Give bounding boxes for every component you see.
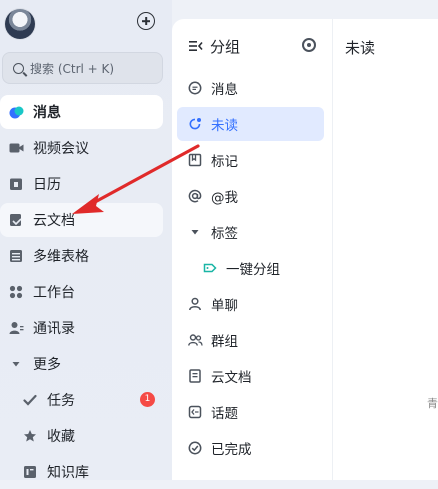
contacts-icon bbox=[9, 321, 24, 335]
sidebar-item-label: 工作台 bbox=[33, 285, 75, 301]
sidebar-item-bitable[interactable]: 多维表格 bbox=[0, 239, 163, 273]
chat-bubble-icon bbox=[9, 105, 24, 119]
group-item-label: 群组 bbox=[211, 334, 238, 350]
caret-down-icon bbox=[188, 225, 202, 239]
sidebar-item-label: 消息 bbox=[33, 105, 61, 121]
search-icon bbox=[13, 62, 24, 74]
sidebar-item-label: 收藏 bbox=[47, 429, 75, 445]
sidebar-item-label: 任务 bbox=[47, 393, 75, 409]
group-item-marked[interactable]: 标记 bbox=[177, 143, 324, 177]
group-item-one-click-group[interactable]: 一键分组 bbox=[177, 251, 324, 285]
chat-icon bbox=[188, 81, 202, 95]
left-sidebar: 搜索 (Ctrl + K) 消息 视频会议 日历 云文档 多维表格 工作台 通讯… bbox=[0, 0, 172, 481]
sidebar-item-tasks[interactable]: 任务 1 bbox=[0, 383, 163, 417]
group-item-topics[interactable]: 话题 bbox=[177, 395, 324, 429]
avatar[interactable] bbox=[5, 9, 35, 39]
sidebar-item-workplace[interactable]: 工作台 bbox=[0, 275, 163, 309]
group-panel-title: 分组 bbox=[210, 37, 241, 56]
video-camera-icon bbox=[9, 141, 24, 155]
unread-count-badge: 1 bbox=[140, 392, 155, 407]
tag-icon bbox=[203, 261, 217, 275]
sidebar-item-label: 更多 bbox=[33, 357, 61, 373]
group-item-label: 标签 bbox=[211, 226, 238, 242]
gear-icon[interactable] bbox=[302, 38, 316, 52]
check-circle-icon bbox=[188, 441, 202, 455]
caret-down-icon bbox=[9, 357, 23, 371]
sidebar-item-label: 云文档 bbox=[33, 213, 75, 229]
sidebar-item-label: 通讯录 bbox=[33, 321, 75, 337]
cut-off-text: 青 bbox=[427, 397, 438, 410]
group-item-label: @我 bbox=[211, 190, 238, 206]
sidebar-item-calendar[interactable]: 日历 bbox=[0, 167, 163, 201]
create-button[interactable] bbox=[137, 12, 155, 30]
sidebar-item-label: 知识库 bbox=[47, 465, 89, 481]
at-sign-icon bbox=[188, 189, 202, 203]
sidebar-item-label: 多维表格 bbox=[33, 249, 89, 265]
group-item-label: 话题 bbox=[211, 406, 238, 422]
group-item-label: 未读 bbox=[211, 118, 238, 134]
group-item-label: 一键分组 bbox=[226, 262, 280, 278]
group-item-mentions[interactable]: @我 bbox=[177, 179, 324, 213]
checkmark-icon bbox=[23, 393, 37, 407]
sidebar-item-more[interactable]: 更多 bbox=[0, 347, 163, 381]
table-icon bbox=[9, 249, 23, 263]
document-icon bbox=[188, 369, 202, 383]
group-item-single-chat[interactable]: 单聊 bbox=[177, 287, 324, 321]
group-item-label: 单聊 bbox=[211, 298, 238, 314]
group-item-completed[interactable]: 已完成 bbox=[177, 431, 324, 465]
group-item-label: 已完成 bbox=[211, 442, 252, 458]
bookmark-icon bbox=[188, 153, 202, 167]
unread-icon bbox=[188, 117, 202, 131]
book-icon bbox=[23, 465, 37, 479]
sidebar-item-messages[interactable]: 消息 bbox=[0, 95, 163, 129]
conversation-list-title: 未读 bbox=[345, 39, 376, 57]
sidebar-item-label: 日历 bbox=[33, 177, 61, 193]
apps-grid-icon bbox=[9, 285, 23, 299]
star-icon bbox=[23, 429, 37, 443]
group-item-label: 标记 bbox=[211, 154, 238, 170]
group-item-messages[interactable]: 消息 bbox=[177, 71, 324, 105]
search-placeholder: 搜索 (Ctrl + K) bbox=[30, 61, 115, 76]
group-item-label: 消息 bbox=[211, 82, 238, 98]
group-item-unread[interactable]: 未读 bbox=[177, 107, 324, 141]
group-item-cloud-docs[interactable]: 云文档 bbox=[177, 359, 324, 393]
group-item-groups[interactable]: 群组 bbox=[177, 323, 324, 357]
sidebar-item-label: 视频会议 bbox=[33, 141, 89, 157]
person-icon bbox=[188, 297, 202, 311]
document-icon bbox=[9, 213, 23, 227]
sidebar-item-video-meeting[interactable]: 视频会议 bbox=[0, 131, 163, 165]
people-icon bbox=[188, 333, 203, 347]
group-panel: 分组 消息 未读 标记 @我 标签 一键分组 单聊 群组 云文档 话题 已完成 bbox=[172, 19, 333, 480]
conversation-list-panel: 未读 青 bbox=[333, 19, 438, 480]
topic-icon bbox=[188, 405, 202, 419]
collapse-menu-icon[interactable] bbox=[188, 39, 203, 53]
sidebar-item-contacts[interactable]: 通讯录 bbox=[0, 311, 163, 345]
group-item-tags[interactable]: 标签 bbox=[177, 215, 324, 249]
sidebar-item-wiki[interactable]: 知识库 bbox=[0, 455, 163, 489]
group-item-label: 云文档 bbox=[211, 370, 252, 386]
calendar-icon bbox=[9, 177, 23, 191]
sidebar-item-favorites[interactable]: 收藏 bbox=[0, 419, 163, 453]
search-input[interactable]: 搜索 (Ctrl + K) bbox=[2, 52, 163, 84]
sidebar-item-cloud-docs[interactable]: 云文档 bbox=[0, 203, 163, 237]
